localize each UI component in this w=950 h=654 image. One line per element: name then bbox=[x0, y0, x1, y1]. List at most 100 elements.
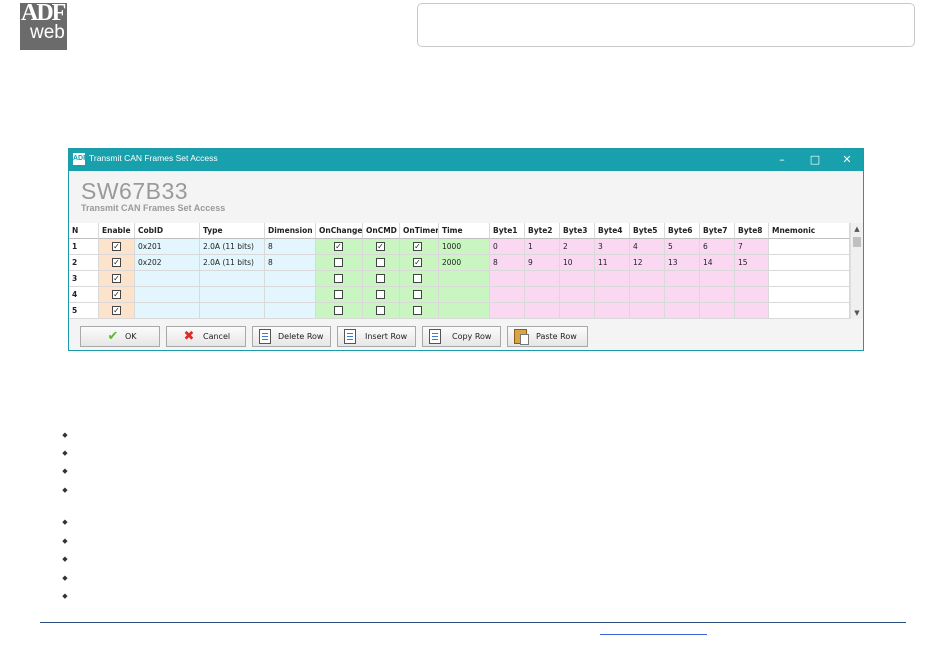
cell-ontimer[interactable]: ✓ bbox=[400, 255, 439, 271]
cell-onchange[interactable] bbox=[316, 287, 363, 303]
cell-byte2[interactable] bbox=[525, 303, 560, 319]
cell-enable[interactable]: ✓ bbox=[99, 239, 135, 255]
ontimer-checkbox[interactable]: ✓ bbox=[413, 242, 422, 251]
grid-vertical-scrollbar[interactable]: ▲ ▼ bbox=[850, 223, 863, 319]
enable-checkbox[interactable]: ✓ bbox=[112, 274, 121, 283]
cell-dimension[interactable] bbox=[265, 303, 316, 319]
cell-onchange[interactable] bbox=[316, 255, 363, 271]
cell-byte5[interactable] bbox=[630, 303, 665, 319]
scroll-thumb[interactable] bbox=[853, 237, 861, 247]
enable-checkbox[interactable]: ✓ bbox=[112, 242, 121, 251]
cell-byte3[interactable]: 10 bbox=[560, 255, 595, 271]
header-byte6[interactable]: Byte6 bbox=[665, 223, 700, 239]
copy-row-button[interactable]: Copy Row bbox=[422, 326, 501, 347]
cell-time[interactable] bbox=[439, 271, 490, 287]
cell-byte4[interactable] bbox=[595, 271, 630, 287]
header-dimension[interactable]: Dimension bbox=[265, 223, 316, 239]
cell-type[interactable]: 2.0A (11 bits) bbox=[200, 239, 265, 255]
cell-oncmd[interactable] bbox=[363, 271, 400, 287]
cell-byte2[interactable]: 1 bbox=[525, 239, 560, 255]
cell-byte4[interactable] bbox=[595, 287, 630, 303]
cell-ontimer[interactable]: ✓ bbox=[400, 239, 439, 255]
ontimer-checkbox[interactable] bbox=[413, 290, 422, 299]
cell-byte1[interactable]: 0 bbox=[490, 239, 525, 255]
maximize-icon[interactable]: □ bbox=[802, 151, 828, 169]
cell-mnemonic[interactable] bbox=[769, 287, 850, 303]
cell-n[interactable]: 4 bbox=[69, 287, 99, 303]
cell-dimension[interactable] bbox=[265, 287, 316, 303]
cell-byte4[interactable]: 11 bbox=[595, 255, 630, 271]
enable-checkbox[interactable]: ✓ bbox=[112, 306, 121, 315]
oncmd-checkbox[interactable] bbox=[376, 258, 385, 267]
cell-ontimer[interactable] bbox=[400, 271, 439, 287]
cell-n[interactable]: 2 bbox=[69, 255, 99, 271]
scroll-up-icon[interactable]: ▲ bbox=[851, 223, 863, 235]
cell-byte5[interactable] bbox=[630, 271, 665, 287]
enable-checkbox[interactable]: ✓ bbox=[112, 290, 121, 299]
header-cobid[interactable]: CobID bbox=[135, 223, 200, 239]
cell-n[interactable]: 1 bbox=[69, 239, 99, 255]
cell-type[interactable] bbox=[200, 303, 265, 319]
scroll-down-icon[interactable]: ▼ bbox=[851, 307, 863, 319]
cell-onchange[interactable] bbox=[316, 271, 363, 287]
footer-link-underline[interactable] bbox=[600, 634, 707, 635]
cell-byte3[interactable] bbox=[560, 303, 595, 319]
cell-cobid[interactable] bbox=[135, 287, 200, 303]
cell-byte7[interactable] bbox=[700, 287, 735, 303]
cell-mnemonic[interactable] bbox=[769, 271, 850, 287]
cell-enable[interactable]: ✓ bbox=[99, 255, 135, 271]
delete-row-button[interactable]: Delete Row bbox=[252, 326, 331, 347]
cell-time[interactable] bbox=[439, 303, 490, 319]
oncmd-checkbox[interactable] bbox=[376, 290, 385, 299]
cell-byte8[interactable]: 7 bbox=[735, 239, 769, 255]
cell-cobid[interactable]: 0x202 bbox=[135, 255, 200, 271]
ok-button[interactable]: ✔ OK bbox=[80, 326, 160, 347]
cancel-button[interactable]: ✖ Cancel bbox=[166, 326, 246, 347]
cell-dimension[interactable]: 8 bbox=[265, 239, 316, 255]
ontimer-checkbox[interactable]: ✓ bbox=[413, 258, 422, 267]
cell-enable[interactable]: ✓ bbox=[99, 303, 135, 319]
minimize-icon[interactable]: – bbox=[769, 151, 795, 169]
cell-byte2[interactable] bbox=[525, 287, 560, 303]
cell-byte8[interactable] bbox=[735, 287, 769, 303]
cell-oncmd[interactable] bbox=[363, 287, 400, 303]
cell-byte3[interactable] bbox=[560, 287, 595, 303]
cell-oncmd[interactable] bbox=[363, 255, 400, 271]
cell-byte2[interactable] bbox=[525, 271, 560, 287]
cell-type[interactable] bbox=[200, 271, 265, 287]
cell-dimension[interactable]: 8 bbox=[265, 255, 316, 271]
onchange-checkbox[interactable] bbox=[334, 290, 343, 299]
onchange-checkbox[interactable] bbox=[334, 258, 343, 267]
header-type[interactable]: Type bbox=[200, 223, 265, 239]
onchange-checkbox[interactable] bbox=[334, 306, 343, 315]
cell-n[interactable]: 5 bbox=[69, 303, 99, 319]
cell-enable[interactable]: ✓ bbox=[99, 271, 135, 287]
cell-byte8[interactable]: 15 bbox=[735, 255, 769, 271]
window-titlebar[interactable]: ADF Transmit CAN Frames Set Access – □ ✕ bbox=[69, 149, 863, 171]
ontimer-checkbox[interactable] bbox=[413, 274, 422, 283]
cell-time[interactable] bbox=[439, 287, 490, 303]
cell-byte7[interactable]: 14 bbox=[700, 255, 735, 271]
cell-byte6[interactable]: 13 bbox=[665, 255, 700, 271]
cell-cobid[interactable] bbox=[135, 303, 200, 319]
cell-byte1[interactable]: 8 bbox=[490, 255, 525, 271]
oncmd-checkbox[interactable] bbox=[376, 274, 385, 283]
header-byte5[interactable]: Byte5 bbox=[630, 223, 665, 239]
cell-mnemonic[interactable] bbox=[769, 255, 850, 271]
cell-type[interactable] bbox=[200, 287, 265, 303]
cell-onchange[interactable]: ✓ bbox=[316, 239, 363, 255]
paste-row-button[interactable]: Paste Row bbox=[507, 326, 588, 347]
cell-type[interactable]: 2.0A (11 bits) bbox=[200, 255, 265, 271]
cell-dimension[interactable] bbox=[265, 271, 316, 287]
header-mnemonic[interactable]: Mnemonic bbox=[769, 223, 850, 239]
ontimer-checkbox[interactable] bbox=[413, 306, 422, 315]
cell-n[interactable]: 3 bbox=[69, 271, 99, 287]
cell-mnemonic[interactable] bbox=[769, 239, 850, 255]
header-onchange[interactable]: OnChange bbox=[316, 223, 363, 239]
header-time[interactable]: Time bbox=[439, 223, 490, 239]
cell-byte7[interactable]: 6 bbox=[700, 239, 735, 255]
cell-time[interactable]: 2000 bbox=[439, 255, 490, 271]
cell-byte5[interactable]: 4 bbox=[630, 239, 665, 255]
header-oncmd[interactable]: OnCMD bbox=[363, 223, 400, 239]
cell-byte6[interactable] bbox=[665, 303, 700, 319]
